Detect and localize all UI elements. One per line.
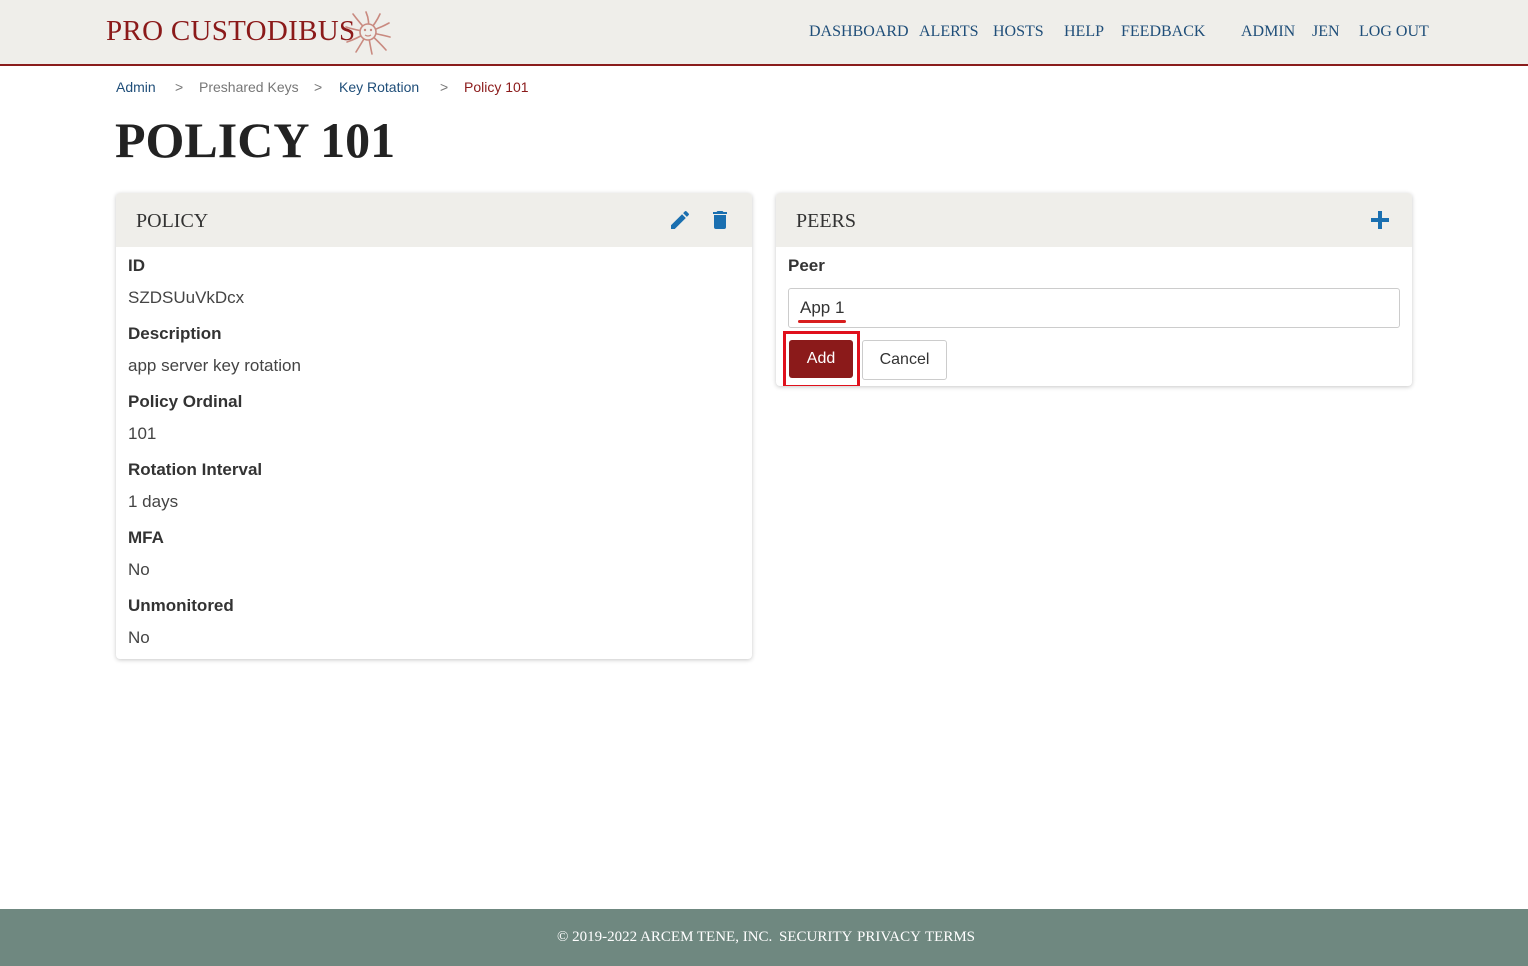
breadcrumb-current-policy: Policy 101 — [464, 79, 529, 95]
pencil-icon — [671, 210, 690, 229]
policy-ordinal-label: Policy Ordinal — [128, 392, 243, 411]
mfa-label: MFA — [128, 528, 164, 547]
policy-card: POLICY ID SZDSUuVkDcx Description app se… — [116, 193, 752, 659]
policy-description-label: Description — [128, 324, 222, 343]
breadcrumb-separator: > — [175, 79, 184, 95]
mfa-value: No — [128, 560, 150, 579]
policy-id-label: ID — [128, 256, 145, 275]
rotation-interval-label: Rotation Interval — [128, 460, 263, 479]
brand-wordmark[interactable]: PRO CUSTODIBUS — [106, 14, 355, 48]
policy-description-value: app server key rotation — [128, 356, 301, 375]
policy-id-value: SZDSUuVkDcx — [128, 288, 245, 307]
nav-alerts[interactable]: ALERTS — [919, 22, 978, 42]
page-footer: © 2019-2022 ARCEM TENE, INC. SECURITY PR… — [0, 909, 1528, 966]
peers-card-title: PEERS — [796, 210, 857, 232]
unmonitored-value: No — [128, 628, 150, 647]
nav-hosts[interactable]: HOSTS — [993, 22, 1044, 42]
nav-log-out[interactable]: LOG OUT — [1359, 22, 1429, 42]
nav-admin[interactable]: ADMIN — [1241, 22, 1295, 42]
unmonitored-label: Unmonitored — [128, 596, 234, 615]
peer-input[interactable] — [788, 288, 1400, 328]
breadcrumb-key-rotation[interactable]: Key Rotation — [339, 78, 419, 96]
nav-dashboard[interactable]: DASHBOARD — [809, 22, 909, 42]
policy-ordinal-value: 101 — [128, 424, 157, 443]
add-peer-button[interactable] — [1368, 208, 1392, 232]
edit-policy-button[interactable] — [668, 208, 692, 232]
nav-user-profile[interactable]: JEN — [1312, 22, 1340, 42]
peer-field-label: Peer — [788, 256, 825, 275]
plus-icon — [1371, 211, 1389, 229]
breadcrumb-preshared-keys: Preshared Keys — [199, 79, 299, 95]
footer-security-link[interactable]: SECURITY — [779, 928, 852, 947]
nav-help[interactable]: HELP — [1064, 22, 1104, 42]
add-peer-submit-button[interactable]: Add — [789, 340, 853, 378]
trash-icon — [713, 211, 727, 229]
breadcrumb-admin[interactable]: Admin — [116, 78, 156, 96]
policy-card-header: POLICY — [116, 193, 752, 247]
footer-copyright: © 2019-2022 ARCEM TENE, INC. — [557, 929, 773, 945]
rotation-interval-value: 1 days — [128, 492, 179, 511]
delete-policy-button[interactable] — [708, 208, 732, 232]
top-header: PRO CUSTODIBUS DASHBOARD ALERTS HOSTS HE… — [0, 0, 1528, 66]
nav-feedback[interactable]: FEEDBACK — [1121, 22, 1205, 42]
breadcrumb-separator: > — [440, 79, 449, 95]
peers-card: PEERS Peer Add Cancel — [776, 193, 1412, 386]
footer-privacy-link[interactable]: PRIVACY — [857, 928, 921, 947]
peers-card-header: PEERS — [776, 193, 1412, 247]
cancel-button[interactable]: Cancel — [862, 340, 947, 380]
footer-terms-link[interactable]: TERMS — [925, 928, 975, 947]
spellcheck-underline — [798, 320, 846, 323]
breadcrumb-separator: > — [314, 79, 323, 95]
page-title: POLICY 101 — [115, 112, 396, 168]
medusa-logo-icon — [344, 9, 392, 55]
policy-card-title: POLICY — [136, 210, 209, 232]
